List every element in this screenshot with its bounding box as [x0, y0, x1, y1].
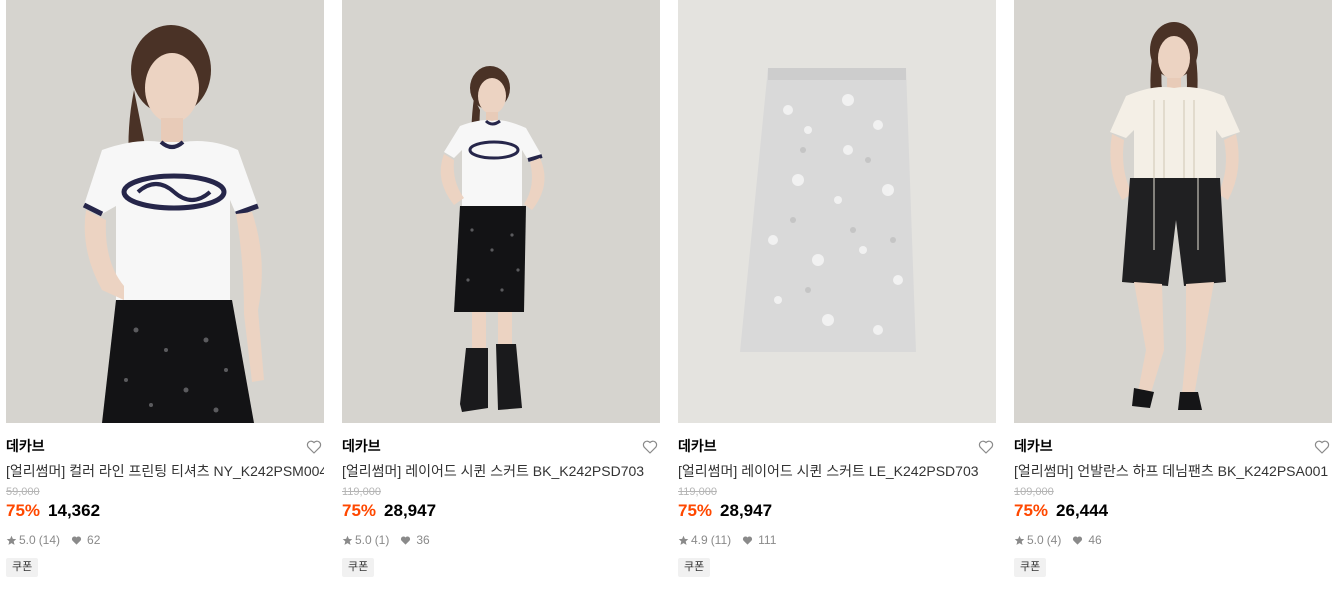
rating-value: 5.0	[355, 533, 372, 547]
product-card[interactable]: 데카브 [얼리썸머] 레이어드 시퀸 스커트 BK_K242PSD703 119…	[342, 0, 660, 577]
product-image[interactable]	[6, 0, 324, 423]
brand-name[interactable]: 데카브	[6, 437, 324, 455]
review-count: (4)	[1046, 533, 1062, 547]
coupon-badge: 쿠폰	[342, 558, 375, 577]
original-price: 119,000	[342, 486, 381, 498]
sale-price: 14,362	[48, 501, 101, 520]
coupon-badge: 쿠폰	[678, 558, 711, 577]
review-count: (14)	[38, 533, 61, 547]
product-card[interactable]: 데카브 [얼리썸머] 레이어드 시퀸 스커트 LE_K242PSD703 119…	[678, 0, 996, 577]
product-info: 데카브 [얼리썸머] 언발란스 하프 데님팬츠 BK_K242PSA001 10…	[1014, 423, 1332, 577]
sale-price: 28,947	[384, 501, 437, 520]
coupon-badge: 쿠폰	[6, 558, 39, 577]
coupon-badge: 쿠폰	[1014, 558, 1047, 577]
product-meta: 5.0 (14) 62	[6, 533, 324, 547]
sale-price: 28,947	[720, 501, 773, 520]
product-photo-2	[342, 0, 660, 423]
brand-name[interactable]: 데카브	[342, 437, 660, 455]
product-card[interactable]: 데카브 [얼리썸머] 언발란스 하프 데님팬츠 BK_K242PSA001 10…	[1014, 0, 1332, 577]
discount-rate: 75%	[6, 501, 41, 520]
brand-name[interactable]: 데카브	[1014, 437, 1332, 455]
heart-filled-icon	[743, 535, 753, 545]
product-grid: 데카브 [얼리썸머] 컬러 라인 프린팅 티셔츠 NY_K242PSM004 5…	[6, 0, 1332, 577]
product-name[interactable]: [얼리썸머] 레이어드 시퀸 스커트 LE_K242PSD703	[678, 462, 996, 480]
price-row: 75% 26,444	[1014, 501, 1332, 523]
rating-value: 5.0	[19, 533, 36, 547]
rating-value: 4.9	[691, 533, 708, 547]
product-photo-1	[6, 0, 324, 423]
price-row: 75% 28,947	[342, 501, 660, 523]
heart-filled-icon	[401, 535, 411, 545]
price-row: 75% 28,947	[678, 501, 996, 523]
like-count: 46	[1088, 533, 1102, 547]
heart-outline-icon[interactable]	[306, 439, 322, 455]
original-price: 59,000	[6, 486, 40, 498]
product-info: 데카브 [얼리썸머] 레이어드 시퀸 스커트 BK_K242PSD703 119…	[342, 423, 660, 577]
rating-value: 5.0	[1027, 533, 1044, 547]
product-name[interactable]: [얼리썸머] 컬러 라인 프린팅 티셔츠 NY_K242PSM004	[6, 462, 324, 480]
sale-price: 26,444	[1056, 501, 1109, 520]
star-icon	[678, 535, 689, 545]
review-count: (11)	[710, 533, 732, 547]
product-meta: 5.0 (1) 36	[342, 533, 660, 547]
star-icon	[1014, 535, 1025, 545]
product-info: 데카브 [얼리썸머] 컬러 라인 프린팅 티셔츠 NY_K242PSM004 5…	[6, 423, 324, 577]
heart-filled-icon	[71, 535, 82, 545]
discount-rate: 75%	[342, 501, 377, 520]
price-row: 75% 14,362	[6, 501, 324, 523]
heart-outline-icon[interactable]	[978, 439, 994, 455]
brand-name[interactable]: 데카브	[678, 437, 996, 455]
heart-outline-icon[interactable]	[642, 439, 658, 455]
product-name[interactable]: [얼리썸머] 언발란스 하프 데님팬츠 BK_K242PSA001	[1014, 462, 1332, 480]
star-icon	[342, 535, 353, 545]
product-meta: 5.0 (4) 46	[1014, 533, 1332, 547]
original-price: 109,000	[1014, 486, 1054, 498]
discount-rate: 75%	[1014, 501, 1049, 520]
product-meta: 4.9 (11) 111	[678, 533, 996, 547]
product-image[interactable]	[1014, 0, 1332, 423]
original-price: 119,000	[678, 486, 717, 498]
product-card[interactable]: 데카브 [얼리썸머] 컬러 라인 프린팅 티셔츠 NY_K242PSM004 5…	[6, 0, 324, 577]
like-count: 111	[758, 533, 777, 547]
review-count: (1)	[374, 533, 390, 547]
like-count: 36	[416, 533, 430, 547]
heart-outline-icon[interactable]	[1314, 439, 1330, 455]
product-image[interactable]	[342, 0, 660, 423]
heart-filled-icon	[1073, 535, 1083, 545]
product-name[interactable]: [얼리썸머] 레이어드 시퀸 스커트 BK_K242PSD703	[342, 462, 660, 480]
product-info: 데카브 [얼리썸머] 레이어드 시퀸 스커트 LE_K242PSD703 119…	[678, 423, 996, 577]
like-count: 62	[87, 533, 101, 547]
star-icon	[6, 535, 17, 545]
discount-rate: 75%	[678, 501, 713, 520]
product-photo-3	[678, 0, 996, 423]
product-image[interactable]	[678, 0, 996, 423]
product-photo-4	[1014, 0, 1332, 423]
